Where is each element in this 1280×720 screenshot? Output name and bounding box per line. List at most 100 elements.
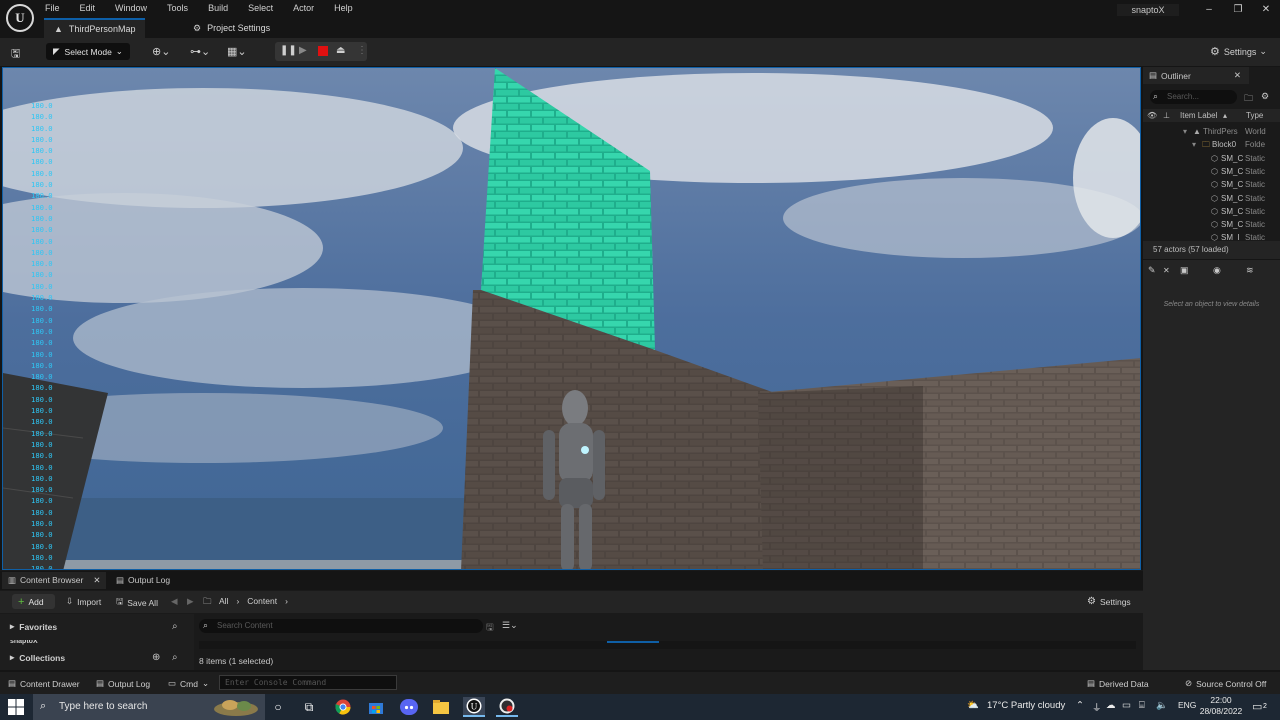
layers-icon[interactable]: ≋: [1246, 265, 1254, 276]
outliner-row[interactable]: ⬡ SM_C Static: [1143, 218, 1280, 231]
expand-arrow-icon[interactable]: ▾: [1192, 138, 1196, 151]
import-button[interactable]: ⇩ Import: [66, 596, 101, 607]
folder-icon[interactable]: 🗀: [203, 596, 212, 610]
menu-tools[interactable]: Tools: [167, 0, 188, 16]
cortana-icon[interactable]: ○: [267, 697, 289, 717]
network-icon[interactable]: ⌸: [1139, 700, 1145, 711]
select-mode-dropdown[interactable]: ◤ Select Mode ⌄: [46, 43, 130, 60]
menu-build[interactable]: Build: [208, 0, 228, 16]
close-icon[interactable]: ✕: [1163, 266, 1170, 275]
menu-file[interactable]: File: [45, 0, 60, 16]
menu-window[interactable]: Window: [115, 0, 147, 16]
add-actor-icon[interactable]: ⊕⌄: [152, 45, 170, 58]
breadcrumb-all[interactable]: All: [219, 596, 228, 606]
obs-icon[interactable]: [496, 697, 518, 717]
cinematics-icon[interactable]: ▦⌄: [227, 45, 247, 58]
favorites-section[interactable]: ▸ Favorites: [10, 621, 57, 632]
forward-icon[interactable]: ▶: [187, 596, 194, 607]
save-icon[interactable]: 🖫: [11, 45, 20, 64]
file-explorer-icon[interactable]: [430, 697, 452, 717]
content-drawer-button[interactable]: ▤ Content Drawer: [8, 678, 80, 689]
edit-icon[interactable]: ✎: [1148, 265, 1156, 276]
add-folder-icon[interactable]: 🗀: [1244, 91, 1253, 107]
viewport-scene[interactable]: [3, 68, 1141, 570]
weather-label[interactable]: 17°C Partly cloudy: [987, 700, 1065, 711]
volume-icon[interactable]: 🔈: [1156, 700, 1168, 711]
world-settings-icon[interactable]: ◉: [1213, 265, 1221, 276]
close-icon[interactable]: ✕: [1234, 70, 1241, 81]
save-search-icon[interactable]: 🖫: [486, 620, 494, 636]
outliner-row[interactable]: ⬡ SM_C Static: [1143, 165, 1280, 178]
tab-content-browser[interactable]: ▥ Content Browser ✕: [2, 572, 107, 589]
tab-project-settings[interactable]: ⚙ Project Settings: [183, 18, 280, 38]
menu-help[interactable]: Help: [334, 0, 353, 16]
notification-icon[interactable]: ▭: [1252, 700, 1262, 713]
cloud-icon[interactable]: ☁: [1106, 700, 1116, 711]
type-column[interactable]: Type: [1246, 109, 1263, 122]
menu-actor[interactable]: Actor: [293, 0, 314, 16]
unreal-logo-icon[interactable]: U: [6, 4, 34, 32]
windows-start-icon[interactable]: [8, 699, 24, 715]
menu-select[interactable]: Select: [248, 0, 273, 16]
filter-icon[interactable]: ☰⌄: [502, 620, 518, 631]
expand-arrow-icon[interactable]: ▾: [1183, 125, 1187, 138]
level-viewport[interactable]: 180.0 180.0 180.0 180.0 180.0 180.0 180.0 180.0…: [2, 67, 1141, 570]
pin-icon[interactable]: ⊥: [1163, 109, 1170, 122]
battery-icon[interactable]: ▭: [1122, 700, 1131, 711]
eject-icon[interactable]: ⏏: [336, 45, 345, 56]
outliner-row[interactable]: ⬡ SM_C Static: [1143, 192, 1280, 205]
asset-view[interactable]: [199, 641, 1136, 649]
language-indicator[interactable]: ENG: [1178, 700, 1196, 710]
outliner-row[interactable]: ⬡ SM_C Static: [1143, 152, 1280, 165]
chevron-up-icon[interactable]: ⌃: [1076, 700, 1084, 711]
outliner-tab[interactable]: ▤ Outliner ✕: [1143, 67, 1249, 84]
derived-data-button[interactable]: ▤ Derived Data: [1087, 678, 1149, 689]
add-collection-icon[interactable]: ⊕: [152, 652, 160, 663]
content-search-input[interactable]: Search Content: [199, 619, 483, 633]
cb-settings-button[interactable]: ⚙ Settings: [1087, 596, 1131, 607]
more-options-icon[interactable]: ⋮: [357, 45, 367, 56]
outliner-row[interactable]: ▾ ▲ ThirdPers World: [1143, 125, 1280, 138]
details-icon[interactable]: ▣: [1180, 265, 1189, 276]
weather-icon[interactable]: ⛅: [967, 700, 979, 711]
usb-icon[interactable]: ⏚: [1092, 700, 1102, 714]
pause-icon[interactable]: ❚❚: [280, 45, 297, 56]
project-folder[interactable]: snaptoX: [10, 640, 38, 645]
search-icon[interactable]: ⌕: [172, 621, 178, 632]
blueprint-icon[interactable]: ⊶⌄: [190, 45, 210, 58]
breadcrumb-content[interactable]: Content: [247, 596, 277, 606]
store-icon[interactable]: [365, 697, 387, 717]
source-control-button[interactable]: ⊘ Source Control Off: [1185, 678, 1266, 689]
add-button[interactable]: + Add: [12, 594, 55, 609]
close-icon[interactable]: ✕: [1259, 4, 1273, 15]
outliner-row[interactable]: ▾ 🗀 Block0 Folde: [1143, 138, 1280, 151]
collections-section[interactable]: ▸ Collections: [10, 652, 65, 663]
maximize-icon[interactable]: ❐: [1231, 4, 1245, 15]
visibility-icon[interactable]: 👁: [1147, 109, 1157, 122]
chrome-icon[interactable]: [332, 697, 354, 717]
save-all-button[interactable]: 🖫 Save All: [116, 596, 158, 610]
taskbar-clock[interactable]: 22:00 28/08/2022: [1198, 695, 1244, 717]
settings-button[interactable]: ⚙ Settings ⌄: [1210, 45, 1267, 58]
task-view-icon[interactable]: ⧉: [298, 697, 320, 717]
tab-third-person-map[interactable]: ▲ ThirdPersonMap: [44, 18, 146, 38]
unreal-engine-taskbar-icon[interactable]: U: [463, 697, 485, 717]
gear-icon[interactable]: ⚙: [1261, 91, 1269, 102]
outliner-row[interactable]: ⬡ SM_C Static: [1143, 205, 1280, 218]
stop-icon[interactable]: [318, 46, 328, 56]
close-icon[interactable]: ✕: [93, 572, 100, 589]
tab-output-log[interactable]: ▤ Output Log: [110, 572, 176, 589]
details-panel: [1143, 260, 1280, 670]
outliner-search-input[interactable]: Search...: [1150, 90, 1237, 104]
output-log-button[interactable]: ▤ Output Log: [96, 678, 150, 689]
minimize-icon[interactable]: –: [1202, 4, 1216, 15]
console-command-input[interactable]: Enter Console Command: [219, 675, 397, 690]
discord-icon[interactable]: [398, 697, 420, 717]
menu-edit[interactable]: Edit: [80, 0, 96, 16]
back-icon[interactable]: ◀: [171, 596, 178, 607]
cmd-dropdown[interactable]: ▭ Cmd ⌄: [168, 678, 209, 689]
outliner-row[interactable]: ⬡ SM_C Static: [1143, 178, 1280, 191]
step-icon[interactable]: ▶: [299, 45, 307, 56]
item-label-column[interactable]: Item Label: [1180, 109, 1217, 122]
search-icon[interactable]: ⌕: [172, 652, 178, 663]
